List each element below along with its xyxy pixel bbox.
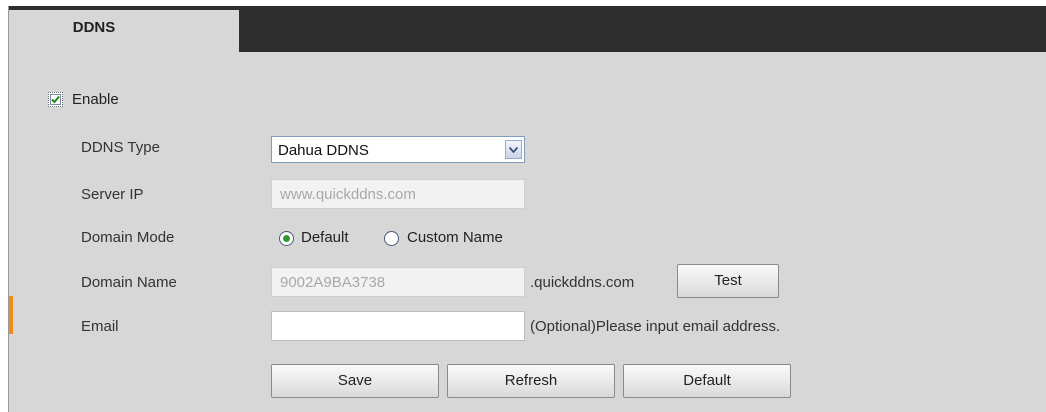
tab-bar: DDNS xyxy=(9,6,1046,52)
checkmark-icon xyxy=(51,95,60,104)
ddns-type-select[interactable]: Dahua DDNS xyxy=(271,136,525,163)
ddns-type-label: DDNS Type xyxy=(81,139,160,156)
tab-ddns[interactable]: DDNS xyxy=(9,10,239,52)
enable-label: Enable xyxy=(72,91,119,108)
email-hint: (Optional)Please input email address. xyxy=(530,318,781,335)
server-ip-field[interactable]: www.quickddns.com xyxy=(271,179,525,209)
domain-mode-label: Domain Mode xyxy=(81,229,175,246)
refresh-button[interactable]: Refresh xyxy=(447,364,615,398)
email-label: Email xyxy=(81,318,119,335)
side-accent-marker xyxy=(9,296,13,334)
domain-mode-custom-radio[interactable] xyxy=(384,231,399,246)
domain-suffix: .quickddns.com xyxy=(530,274,635,291)
save-button[interactable]: Save xyxy=(271,364,439,398)
default-button[interactable]: Default xyxy=(623,364,791,398)
domain-mode-default-label: Default xyxy=(301,229,349,246)
tab-ddns-label: DDNS xyxy=(72,19,116,36)
domain-mode-default-radio[interactable] xyxy=(279,231,294,246)
ddns-panel: DDNS Enable DDNS Type Dahua DDNS Server … xyxy=(8,6,1046,412)
email-field[interactable] xyxy=(271,311,525,341)
server-ip-label: Server IP xyxy=(81,186,144,203)
enable-checkbox[interactable] xyxy=(48,92,63,107)
domain-name-label: Domain Name xyxy=(81,274,177,291)
chevron-down-icon[interactable] xyxy=(505,140,522,159)
ddns-type-value: Dahua DDNS xyxy=(278,142,369,159)
domain-mode-custom-label: Custom Name xyxy=(407,229,503,246)
domain-name-field[interactable]: 9002A9BA3738 xyxy=(271,267,525,297)
test-button[interactable]: Test xyxy=(677,264,779,298)
